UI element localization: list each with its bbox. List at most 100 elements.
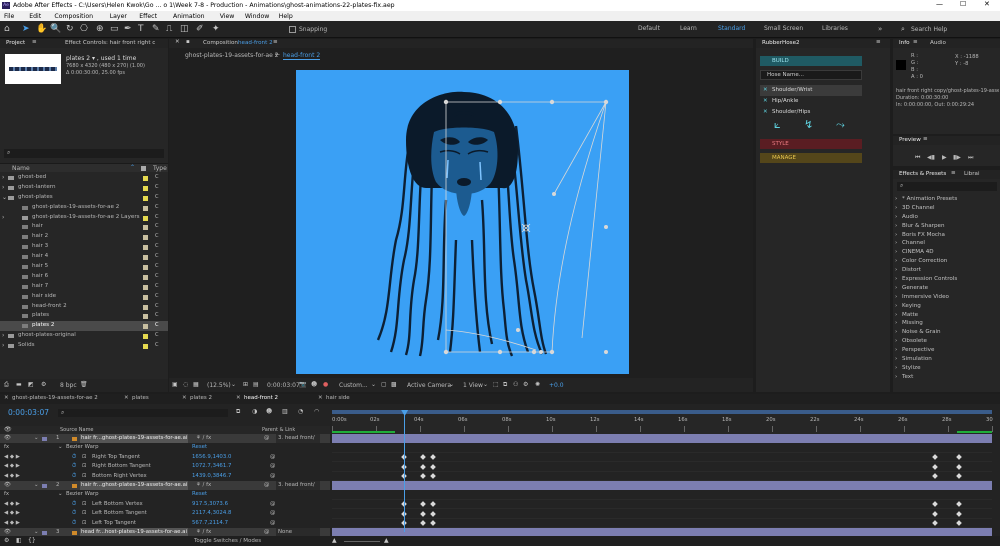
- keyframe-navigator-icon[interactable]: ◀ ◆ ▶: [4, 453, 20, 462]
- column-parent-link[interactable]: Parent & Link: [262, 427, 295, 433]
- workspace-default[interactable]: Default: [638, 25, 660, 32]
- draft-3d-icon[interactable]: ⚇: [513, 381, 518, 388]
- reset-exposure-icon[interactable]: ✺: [535, 381, 540, 388]
- timeline-tab[interactable]: hair side: [326, 395, 350, 401]
- label-color-swatch[interactable]: [143, 274, 148, 280]
- project-list-item[interactable]: hair 4 C: [0, 252, 168, 262]
- tab-libraries[interactable]: Librai: [964, 171, 980, 177]
- close-icon[interactable]: ✕: [763, 107, 768, 118]
- new-comp-icon[interactable]: ◩: [28, 381, 34, 388]
- twirl-icon[interactable]: ⌄: [58, 490, 63, 499]
- expression-pickwhip-icon[interactable]: @: [270, 519, 275, 528]
- timeline-tab[interactable]: plates: [132, 395, 149, 401]
- project-list-item[interactable]: › Solids C: [0, 341, 168, 351]
- twirl-icon[interactable]: ›: [2, 341, 4, 351]
- panel-menu-icon[interactable]: ≡: [923, 136, 928, 142]
- menu-view[interactable]: View: [220, 12, 235, 21]
- timeline-search-input[interactable]: ⌕: [58, 409, 228, 417]
- menu-composition[interactable]: Composition: [54, 12, 93, 21]
- label-color-swatch[interactable]: [143, 185, 148, 191]
- property-value[interactable]: 1656.9,1403.0: [192, 453, 231, 462]
- keyframe-marker[interactable]: [956, 520, 962, 526]
- property-value[interactable]: 2117.4,3024.8: [192, 509, 231, 518]
- visibility-icon[interactable]: 👁: [4, 481, 11, 490]
- keyframe-marker[interactable]: [420, 463, 427, 470]
- zoom-tool-icon[interactable]: 🔍: [50, 24, 61, 34]
- keyframe-marker[interactable]: [430, 520, 437, 526]
- property-value[interactable]: 567.7,2114.7: [192, 519, 228, 528]
- workspace-libraries[interactable]: Libraries: [822, 25, 848, 32]
- project-list-item[interactable]: › ghost-bed C: [0, 173, 168, 183]
- label-color-swatch[interactable]: [143, 176, 148, 181]
- panel-menu-icon[interactable]: ≡: [32, 39, 37, 45]
- transparency-grid-icon[interactable]: ▤: [253, 381, 259, 388]
- parent-dropdown[interactable]: 3. head front/: [276, 434, 320, 444]
- project-list-item[interactable]: plates C: [0, 311, 168, 321]
- expression-pickwhip-icon[interactable]: @: [270, 500, 275, 509]
- stopwatch-icon[interactable]: ⏱: [72, 462, 76, 471]
- keyframe-navigator-icon[interactable]: ◀ ◆ ▶: [4, 462, 20, 471]
- effects-category[interactable]: › Noise & Grain: [895, 328, 999, 337]
- rubberhose-preset-item[interactable]: ✕ Hip/Ankle: [760, 96, 862, 107]
- in-out-icon[interactable]: {}: [28, 537, 36, 544]
- keyframe-marker[interactable]: [931, 473, 938, 479]
- manage-button[interactable]: MANAGE: [760, 153, 862, 163]
- label-color-swatch[interactable]: [143, 284, 148, 290]
- channel-icon[interactable]: ●: [323, 381, 328, 388]
- breadcrumb-current[interactable]: head-front 2: [283, 52, 321, 60]
- keyframe-marker[interactable]: [430, 454, 437, 461]
- project-list-item[interactable]: › ghost-plates-original C: [0, 331, 168, 341]
- label-color-swatch[interactable]: [143, 235, 148, 241]
- keyframe-marker[interactable]: [430, 501, 437, 508]
- twirl-icon[interactable]: ›: [2, 331, 4, 341]
- time-ruler[interactable]: 0:00s 02s 04s 06s 08s 10s 12s 14s 16s 18s 20s 22s 24…: [332, 410, 993, 434]
- reset-link[interactable]: Reset: [192, 490, 207, 499]
- fx-icon[interactable]: fx: [4, 490, 9, 499]
- pickwhip-icon[interactable]: @: [264, 481, 269, 490]
- effects-category[interactable]: › Color Correction: [895, 257, 999, 266]
- keyframe-marker[interactable]: [956, 473, 962, 479]
- tab-effects-presets[interactable]: Effects & Presets: [899, 171, 946, 177]
- tab-close-icon[interactable]: ✕: [124, 395, 129, 401]
- label-color-swatch[interactable]: [143, 304, 148, 310]
- hose-name-input[interactable]: Hose Name...: [760, 70, 862, 80]
- tail-preset-icon[interactable]: ⤳: [836, 118, 845, 132]
- effects-category[interactable]: › Generate: [895, 284, 999, 293]
- 3d-renderer-icon[interactable]: ⬚: [493, 381, 499, 388]
- panel-menu-icon[interactable]: ≡: [273, 39, 278, 45]
- rotate-tool-icon[interactable]: ↻: [66, 24, 74, 34]
- label-color-swatch[interactable]: [143, 245, 148, 251]
- snapshot-icon[interactable]: 📷: [299, 381, 306, 388]
- menu-window[interactable]: Window: [245, 12, 269, 21]
- project-list-item[interactable]: › ghost-plates-19-assets-for-ae 2 Layers C: [0, 213, 168, 223]
- label-color-swatch[interactable]: [42, 484, 47, 488]
- always-preview-icon[interactable]: ▣: [172, 381, 178, 388]
- graph-editor-icon[interactable]: ◠: [314, 408, 319, 415]
- keyframe-marker[interactable]: [956, 454, 962, 461]
- project-search-input[interactable]: ⌕: [4, 149, 164, 158]
- previous-frame-icon[interactable]: ◀▮: [927, 154, 935, 161]
- project-settings-icon[interactable]: ⚙: [41, 381, 46, 388]
- expression-pickwhip-icon[interactable]: @: [270, 472, 275, 481]
- column-type[interactable]: Type: [153, 165, 167, 172]
- property-row[interactable]: ◀ ◆ ▶ ⏱ ⊡ Right Bottom Tangent 1072.7,3461.7…: [0, 462, 330, 471]
- pickwhip-icon[interactable]: @: [264, 434, 269, 443]
- effect-row[interactable]: fx ⌄ Bezier Warp Reset: [0, 490, 330, 499]
- label-color-swatch[interactable]: [143, 324, 148, 330]
- project-list-item[interactable]: ghost-plates-19-assets-for-ae 2 C: [0, 203, 168, 213]
- effects-category[interactable]: › Immersive Video: [895, 293, 999, 302]
- project-list-item[interactable]: head-front 2 C: [0, 302, 168, 312]
- tab-project[interactable]: Project: [6, 40, 25, 46]
- close-tab-icon[interactable]: ✕: [175, 39, 180, 45]
- effects-category[interactable]: › * Animation Presets: [895, 195, 999, 204]
- keyframe-navigator-icon[interactable]: ◀ ◆ ▶: [4, 509, 20, 518]
- effects-category[interactable]: › Expression Controls: [895, 275, 999, 284]
- keyframe-marker[interactable]: [931, 520, 938, 526]
- rubberhose-preset-item[interactable]: ✕ Shoulder/Hips: [760, 107, 862, 118]
- reset-link[interactable]: Reset: [192, 443, 207, 452]
- keyframe-marker[interactable]: [420, 473, 427, 479]
- project-list-item[interactable]: hair 3 C: [0, 242, 168, 252]
- keyframe-marker[interactable]: [420, 510, 427, 517]
- effects-category[interactable]: › Boris FX Mocha: [895, 231, 999, 240]
- project-list-item[interactable]: plates 2 C: [0, 321, 168, 332]
